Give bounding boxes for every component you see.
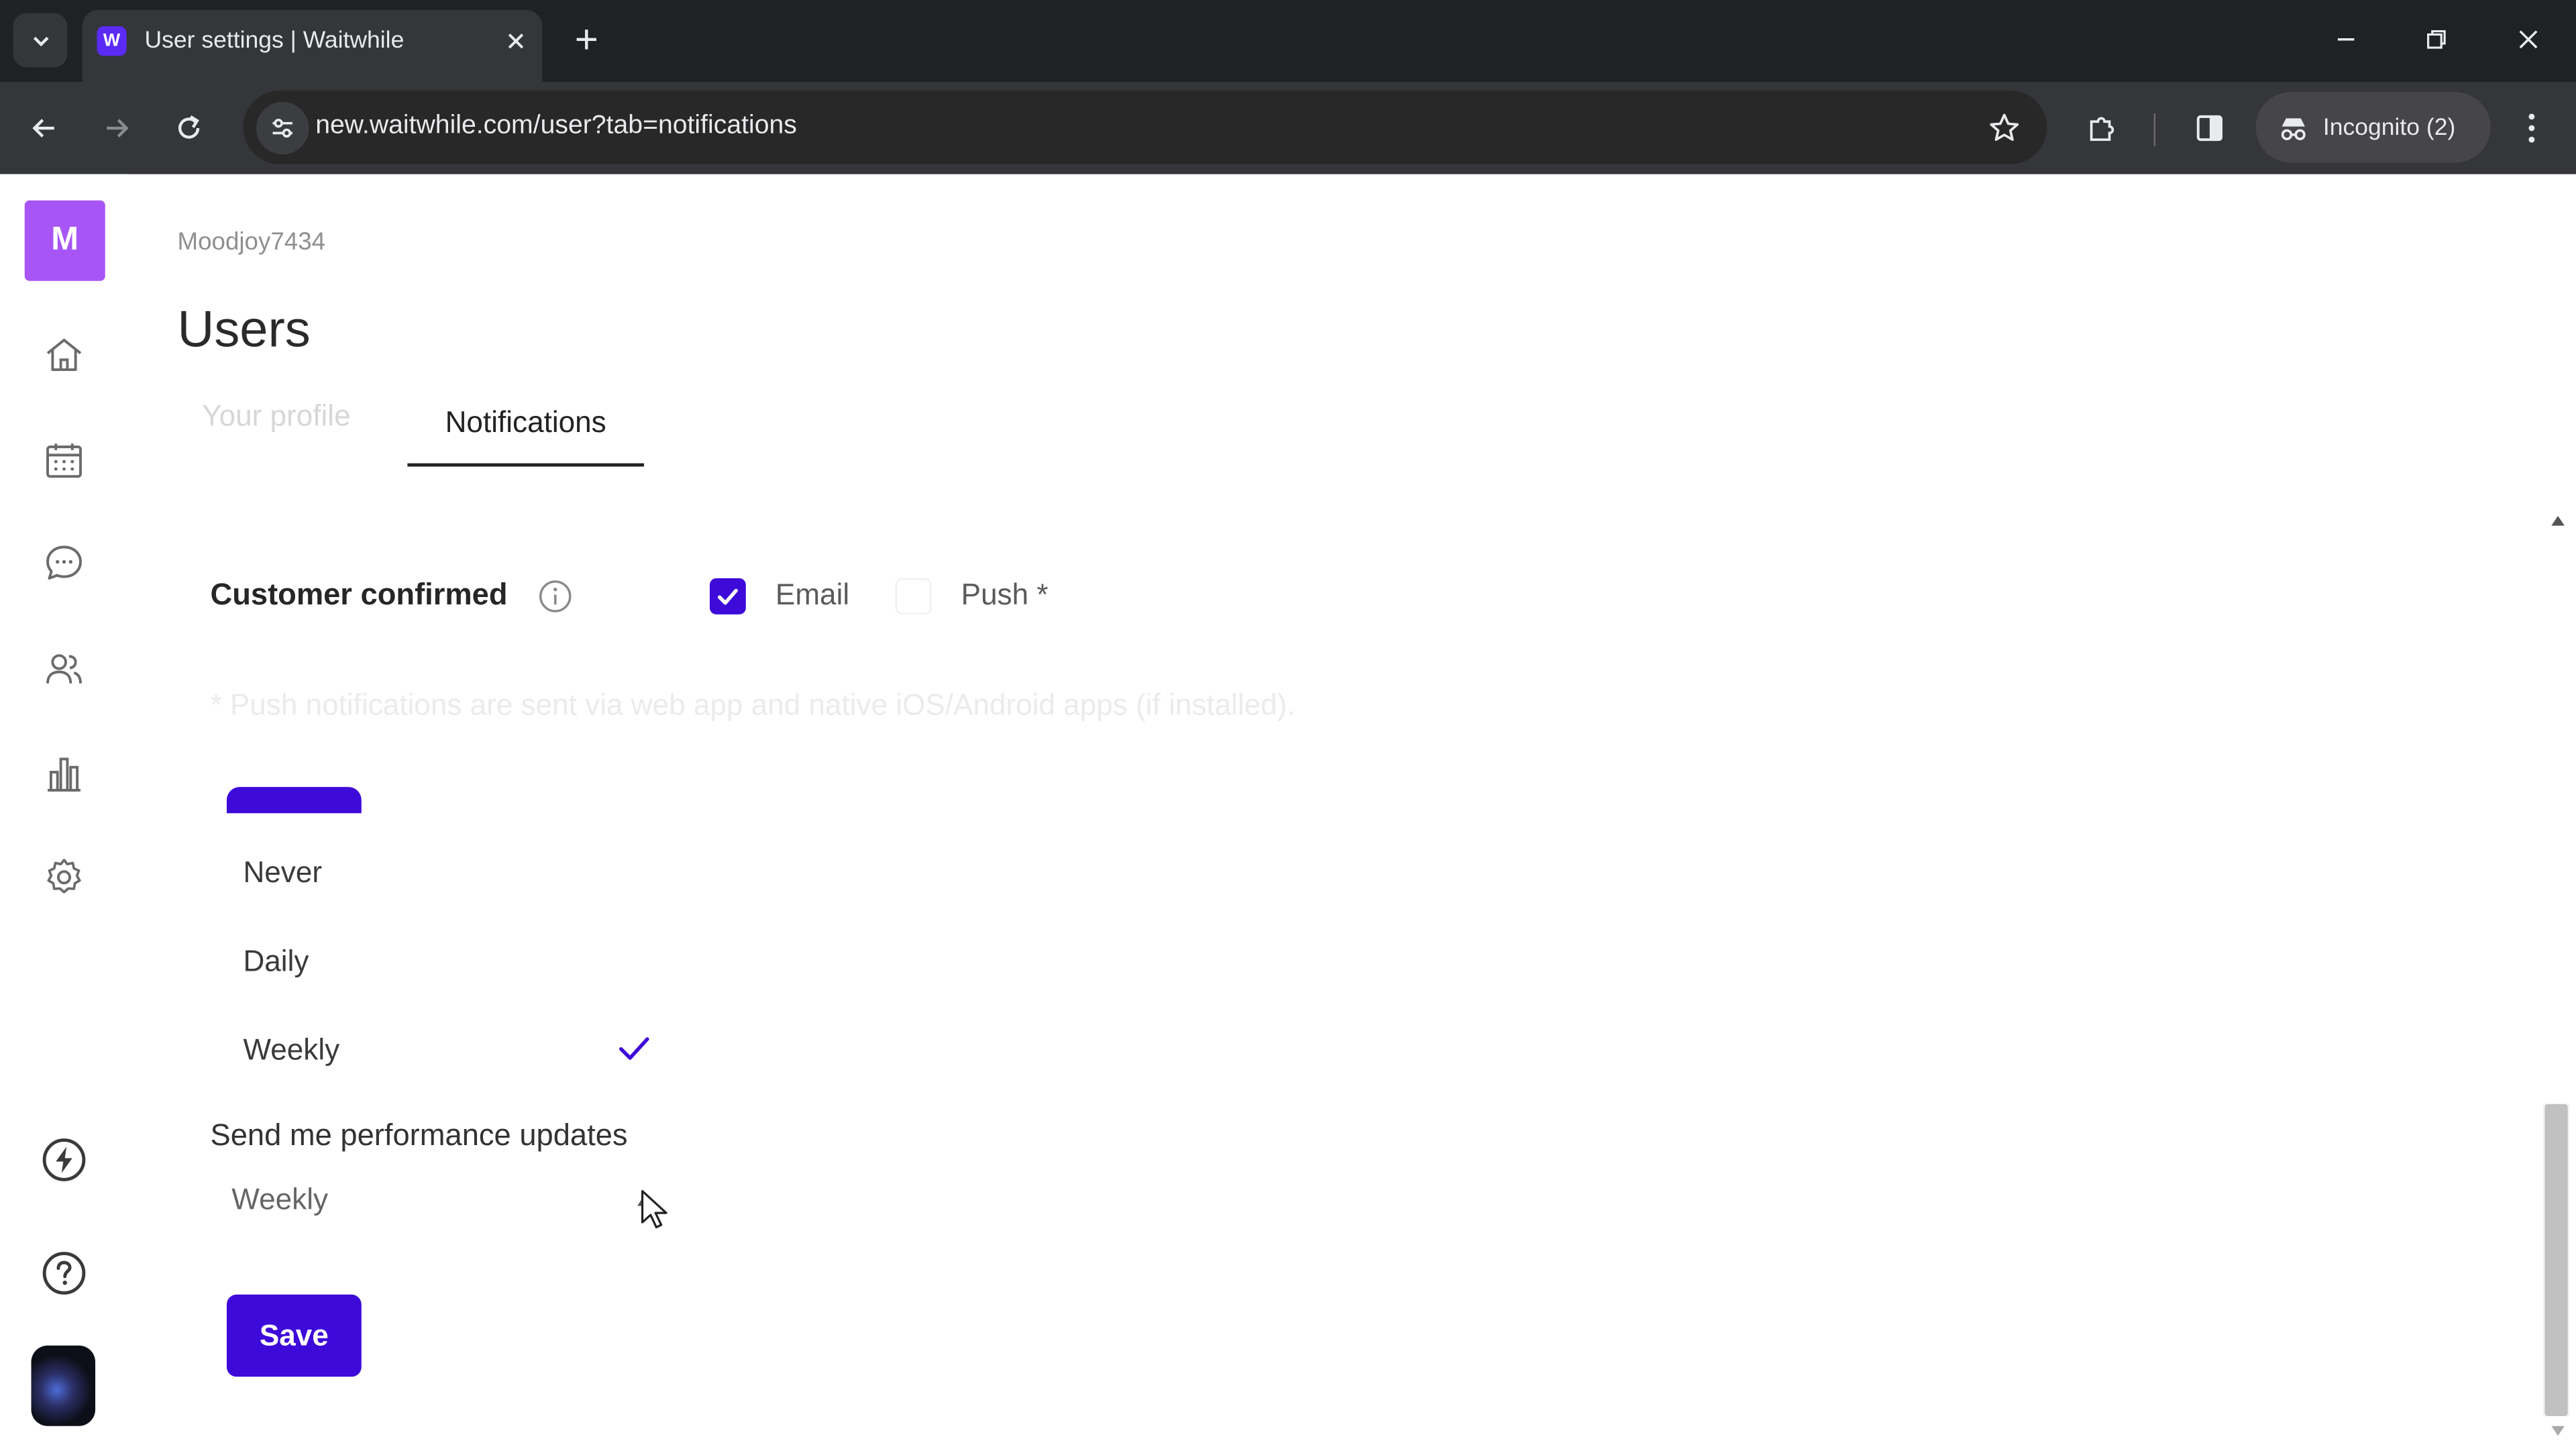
push-checkbox-label[interactable]: Push * xyxy=(961,578,1049,612)
selected-check-icon xyxy=(619,1037,649,1060)
new-tab-button[interactable] xyxy=(564,16,610,62)
plus-icon xyxy=(576,30,596,50)
checkmark-icon xyxy=(717,588,738,605)
incognito-label: Incognito (2) xyxy=(2322,114,2456,141)
browser-tab-active[interactable]: W User settings | Waitwhile xyxy=(82,9,543,83)
frequency-dropdown-menu: Never Daily Weekly xyxy=(210,821,674,1095)
tab-close-button[interactable] xyxy=(499,25,532,58)
account-name: Moodjoy7434 xyxy=(177,228,326,257)
chat-icon xyxy=(46,545,82,580)
window-restore-button[interactable] xyxy=(2404,13,2469,66)
side-panel-icon xyxy=(2196,115,2223,142)
sidebar-item-customers[interactable] xyxy=(36,641,92,696)
save-button-label: Save xyxy=(259,1318,329,1352)
window-minimize-button[interactable] xyxy=(2313,13,2379,66)
calendar-icon xyxy=(46,443,82,478)
more-vertical-icon xyxy=(2528,113,2535,143)
sidebar-item-whats-new[interactable] xyxy=(36,1132,92,1187)
sidebar-item-analytics[interactable] xyxy=(36,746,92,802)
mouse-cursor-icon xyxy=(641,1189,667,1228)
menu-option-never[interactable]: Never xyxy=(210,826,674,915)
close-icon xyxy=(508,34,524,49)
back-button[interactable] xyxy=(19,103,68,152)
performance-updates-label: Send me performance updates xyxy=(210,1117,628,1152)
email-checkbox[interactable] xyxy=(709,578,746,614)
customer-confirmed-label: Customer confirmed xyxy=(210,576,508,612)
reload-button[interactable] xyxy=(164,103,213,152)
location-avatar[interactable]: M xyxy=(24,200,105,281)
extensions-button[interactable] xyxy=(2077,103,2126,152)
browser-tabstrip: W User settings | Waitwhile xyxy=(0,0,2576,83)
tab-your-profile[interactable]: Your profile xyxy=(202,399,350,433)
minimize-icon xyxy=(2337,38,2355,41)
menu-option-label: Never xyxy=(243,855,323,889)
scroll-up-button[interactable] xyxy=(2546,509,2569,532)
incognito-icon xyxy=(2281,117,2306,140)
performance-updates-select[interactable]: Weekly xyxy=(210,1163,674,1239)
toolbar-divider xyxy=(2153,113,2156,146)
puzzle-icon xyxy=(2090,117,2114,142)
tab-notifications-label: Notifications xyxy=(445,405,606,438)
star-icon xyxy=(1990,113,2019,142)
close-icon xyxy=(2519,30,2538,49)
users-icon xyxy=(46,654,82,684)
app-sidebar: M xyxy=(0,174,129,1449)
menu-option-daily[interactable]: Daily xyxy=(210,915,674,1004)
save-button[interactable]: Save xyxy=(226,1294,362,1377)
menu-option-label: Weekly xyxy=(243,1033,340,1067)
arrow-right-icon xyxy=(107,119,129,138)
forward-button[interactable] xyxy=(92,103,141,152)
info-icon[interactable] xyxy=(537,578,574,614)
window-close-button[interactable] xyxy=(2496,13,2561,66)
user-avatar[interactable] xyxy=(31,1345,96,1426)
browser-menu-button[interactable] xyxy=(2507,103,2556,152)
caret-up-icon xyxy=(2551,515,2565,526)
tab-search-button[interactable] xyxy=(13,13,68,68)
restore-icon xyxy=(2427,30,2446,49)
performance-updates-value: Weekly xyxy=(231,1183,329,1216)
waitwhile-favicon-icon: W xyxy=(97,26,127,56)
side-panel-button[interactable] xyxy=(2185,103,2234,152)
sidebar-item-messages[interactable] xyxy=(36,535,92,591)
tab-notifications[interactable]: Notifications xyxy=(407,381,645,467)
sidebar-item-calendar[interactable] xyxy=(36,432,92,488)
analytics-icon xyxy=(48,757,81,792)
bolt-icon xyxy=(42,1138,86,1181)
address-url: new.waitwhile.com/user?tab=notifications xyxy=(315,111,797,140)
menu-option-weekly[interactable]: Weekly xyxy=(210,1004,674,1092)
push-checkbox[interactable] xyxy=(895,578,932,614)
sidebar-item-home[interactable] xyxy=(36,327,92,382)
sidebar-item-help[interactable] xyxy=(36,1245,92,1301)
menu-option-label: Daily xyxy=(243,945,309,978)
tune-icon xyxy=(272,118,292,138)
caret-down-icon xyxy=(2551,1426,2565,1436)
browser-toolbar: new.waitwhile.com/user?tab=notifications… xyxy=(0,82,2576,174)
email-checkbox-label[interactable]: Email xyxy=(775,578,849,612)
incognito-indicator[interactable]: Incognito (2) xyxy=(2255,92,2491,163)
page-title: Users xyxy=(177,301,311,358)
sidebar-item-settings[interactable] xyxy=(36,849,92,905)
obscured-button xyxy=(226,787,362,814)
help-icon xyxy=(42,1252,86,1295)
scroll-down-button[interactable] xyxy=(2546,1419,2569,1442)
scrollbar-thumb[interactable] xyxy=(2544,1104,2568,1417)
settings-icon xyxy=(47,859,81,894)
browser-tab-title: User settings | Waitwhile xyxy=(144,28,405,54)
arrow-left-icon xyxy=(32,119,54,138)
bookmark-button[interactable] xyxy=(1984,109,2024,148)
site-info-button[interactable] xyxy=(256,101,309,155)
address-bar[interactable]: new.waitwhile.com/user?tab=notifications xyxy=(243,90,2047,164)
reload-icon xyxy=(178,115,200,139)
push-notifications-note: * Push notifications are sent via web ap… xyxy=(210,688,1295,722)
chevron-down-icon xyxy=(32,36,48,46)
home-icon xyxy=(46,338,82,371)
